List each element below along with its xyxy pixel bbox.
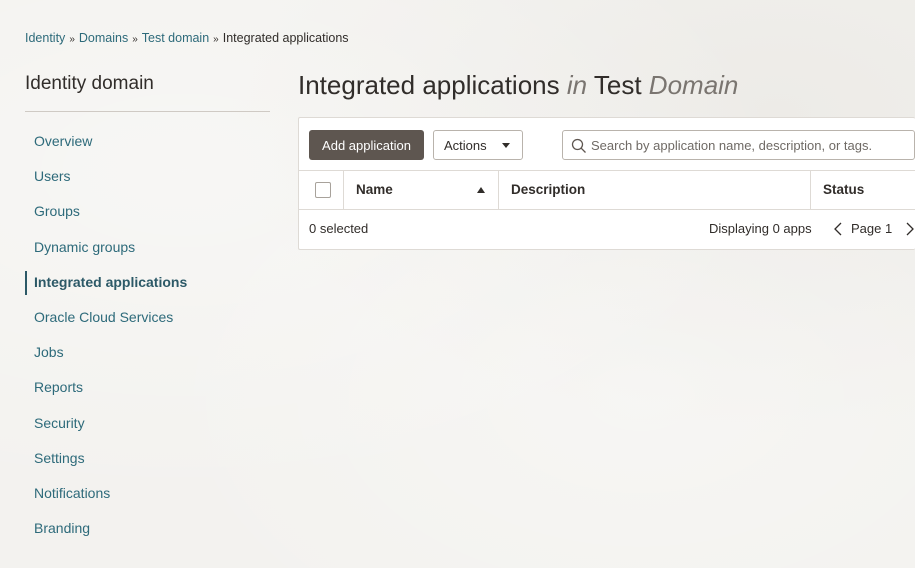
breadcrumb-domains[interactable]: Domains xyxy=(79,31,128,45)
page-indicator: Page 1 xyxy=(851,221,893,236)
sidebar-item-security[interactable]: Security xyxy=(25,406,270,441)
chevron-right-icon[interactable] xyxy=(904,221,915,237)
search-icon xyxy=(571,138,586,153)
select-all-checkbox[interactable] xyxy=(315,182,331,198)
add-application-button[interactable]: Add application xyxy=(309,130,424,160)
caret-down-icon xyxy=(502,143,510,148)
breadcrumb: Identity» Domains» Test domain» Integrated … xyxy=(25,31,349,45)
sidebar-item-settings[interactable]: Settings xyxy=(25,441,270,476)
applications-panel: Add application Actions Name Description… xyxy=(298,117,915,250)
table-footer: 0 selected Displaying 0 apps Page 1 xyxy=(299,210,915,250)
page-title-main: Integrated applications xyxy=(298,70,560,100)
actions-menu-button[interactable]: Actions xyxy=(433,130,523,160)
breadcrumb-separator: » xyxy=(213,34,219,45)
breadcrumb-identity[interactable]: Identity xyxy=(25,31,65,45)
column-header-status[interactable]: Status xyxy=(823,182,864,197)
sidebar-item-jobs[interactable]: Jobs xyxy=(25,335,270,370)
page-title: Integrated applications in Test Domain xyxy=(298,70,738,101)
sidebar-nav: Overview Users Groups Dynamic groups Int… xyxy=(25,124,270,546)
table-header: Name Description Status xyxy=(299,170,915,210)
sidebar-item-integrated-applications[interactable]: Integrated applications xyxy=(25,265,270,300)
breadcrumb-test-domain[interactable]: Test domain xyxy=(142,31,209,45)
breadcrumb-separator: » xyxy=(69,34,75,45)
search-box xyxy=(562,130,915,160)
sidebar-item-overview[interactable]: Overview xyxy=(25,124,270,159)
column-header-description[interactable]: Description xyxy=(511,182,585,197)
sidebar-title: Identity domain xyxy=(25,73,154,94)
sidebar-item-reports[interactable]: Reports xyxy=(25,370,270,405)
breadcrumb-separator: » xyxy=(132,34,138,45)
sidebar-item-branding[interactable]: Branding xyxy=(25,511,270,546)
breadcrumb-current: Integrated applications xyxy=(222,31,349,45)
search-input[interactable] xyxy=(591,131,911,159)
display-count: Displaying 0 apps xyxy=(709,221,812,236)
page-title-domain: Test xyxy=(593,70,642,100)
column-header-name[interactable]: Name xyxy=(356,182,393,197)
page-title-in: in xyxy=(566,70,588,100)
toolbar: Add application Actions xyxy=(309,130,915,160)
actions-label: Actions xyxy=(444,137,487,153)
sidebar-item-users[interactable]: Users xyxy=(25,159,270,194)
sidebar-item-groups[interactable]: Groups xyxy=(25,194,270,229)
column-divider xyxy=(343,171,344,209)
page-title-domain-em: Domain xyxy=(648,70,739,100)
chevron-left-icon[interactable] xyxy=(832,221,844,237)
column-divider xyxy=(810,171,811,209)
sidebar-item-oracle-cloud-services[interactable]: Oracle Cloud Services xyxy=(25,300,270,335)
selected-count: 0 selected xyxy=(309,221,369,236)
sidebar-divider xyxy=(25,111,270,112)
sidebar-item-notifications[interactable]: Notifications xyxy=(25,476,270,511)
column-divider xyxy=(498,171,499,209)
sort-ascending-icon[interactable] xyxy=(477,187,485,193)
sidebar-item-dynamic-groups[interactable]: Dynamic groups xyxy=(25,230,270,265)
